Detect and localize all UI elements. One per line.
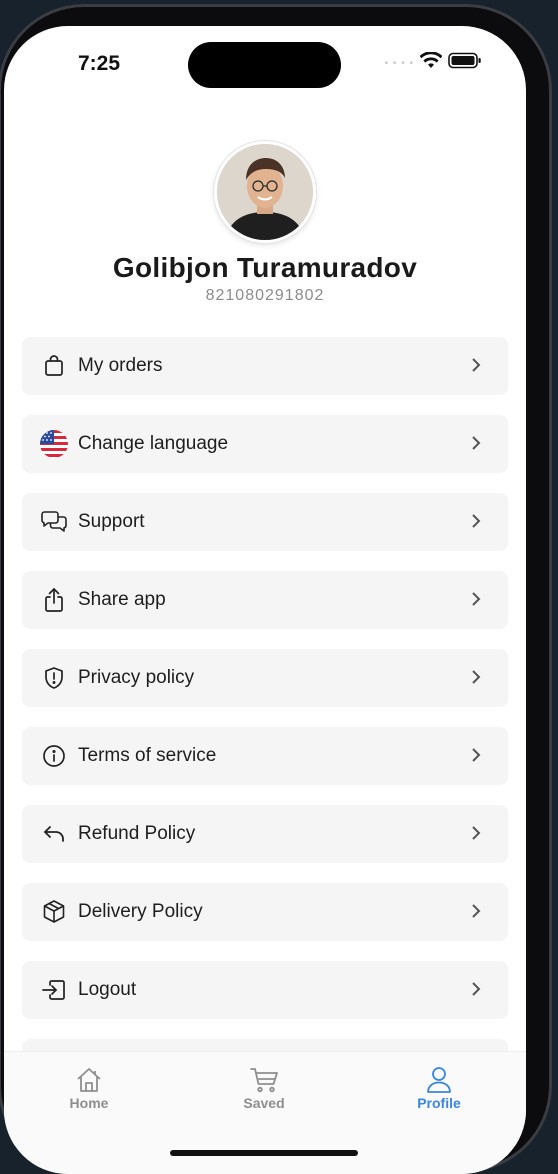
- chat-bubbles-icon: [40, 508, 68, 536]
- info-icon: [40, 742, 68, 770]
- profile-menu: My orders Change language Support Share …: [22, 337, 508, 1117]
- bottom-tab-bar: Home Saved Profile: [4, 1051, 526, 1174]
- tab-saved[interactable]: Saved: [214, 1064, 314, 1111]
- profile-header: Golibjon Turamuradov 821080291802: [4, 141, 526, 305]
- phone-frame: 7:25 • • • • Golibjon Turamuradov 821080…: [0, 4, 552, 1174]
- chevron-right-icon: [470, 824, 482, 847]
- chevron-right-icon: [470, 590, 482, 613]
- menu-item-terms-of-service[interactable]: Terms of service: [22, 727, 508, 785]
- chevron-right-icon: [470, 980, 482, 1003]
- tab-profile[interactable]: Profile: [389, 1064, 489, 1111]
- menu-item-label: My orders: [78, 355, 163, 376]
- status-time: 7:25: [78, 52, 121, 75]
- menu-item-share-app[interactable]: Share app: [22, 571, 508, 629]
- tab-label: Profile: [417, 1095, 461, 1111]
- menu-item-label: Refund Policy: [78, 823, 196, 844]
- undo-arrow-icon: [40, 820, 68, 848]
- chevron-right-icon: [470, 434, 482, 457]
- shopping-bag-icon: [40, 352, 68, 380]
- menu-item-label: Privacy policy: [78, 667, 195, 688]
- menu-item-logout[interactable]: Logout: [22, 961, 508, 1019]
- user-icon: [389, 1064, 489, 1094]
- menu-item-label: Change language: [78, 433, 229, 454]
- dynamic-island: [188, 42, 341, 88]
- home-indicator[interactable]: [170, 1150, 358, 1156]
- chevron-right-icon: [470, 902, 482, 925]
- menu-item-change-language[interactable]: Change language: [22, 415, 508, 473]
- menu-item-label: Delivery Policy: [78, 901, 203, 922]
- home-icon: [39, 1064, 139, 1094]
- menu-item-my-orders[interactable]: My orders: [22, 337, 508, 395]
- user-phone: 821080291802: [205, 287, 325, 304]
- status-icons: • • • •: [384, 51, 482, 74]
- tab-label: Home: [69, 1095, 109, 1111]
- battery-icon: [448, 52, 482, 74]
- menu-item-label: Share app: [78, 589, 166, 610]
- cart-icon: [214, 1064, 314, 1094]
- tab-label: Saved: [243, 1095, 285, 1111]
- chevron-right-icon: [470, 746, 482, 769]
- us-flag-icon: [38, 430, 70, 458]
- package-icon: [40, 898, 68, 926]
- shield-alert-icon: [40, 664, 68, 692]
- cellular-signal-icon: • • • •: [384, 57, 414, 69]
- menu-item-delivery-policy[interactable]: Delivery Policy: [22, 883, 508, 941]
- avatar[interactable]: [214, 141, 316, 243]
- chevron-right-icon: [470, 668, 482, 691]
- chevron-right-icon: [470, 356, 482, 379]
- app-screen: 7:25 • • • • Golibjon Turamuradov 821080…: [4, 26, 526, 1174]
- logout-icon: [40, 976, 68, 1004]
- menu-item-label: Support: [78, 511, 145, 532]
- wifi-icon: [419, 51, 443, 74]
- menu-item-label: Logout: [78, 979, 137, 1000]
- menu-item-privacy-policy[interactable]: Privacy policy: [22, 649, 508, 707]
- avatar-photo: [217, 144, 313, 240]
- menu-item-label: Terms of service: [78, 745, 217, 766]
- tab-home[interactable]: Home: [39, 1064, 139, 1111]
- menu-item-support[interactable]: Support: [22, 493, 508, 551]
- share-icon: [40, 586, 68, 614]
- user-name: Golibjon Turamuradov: [112, 252, 418, 283]
- chevron-right-icon: [470, 512, 482, 535]
- menu-item-refund-policy[interactable]: Refund Policy: [22, 805, 508, 863]
